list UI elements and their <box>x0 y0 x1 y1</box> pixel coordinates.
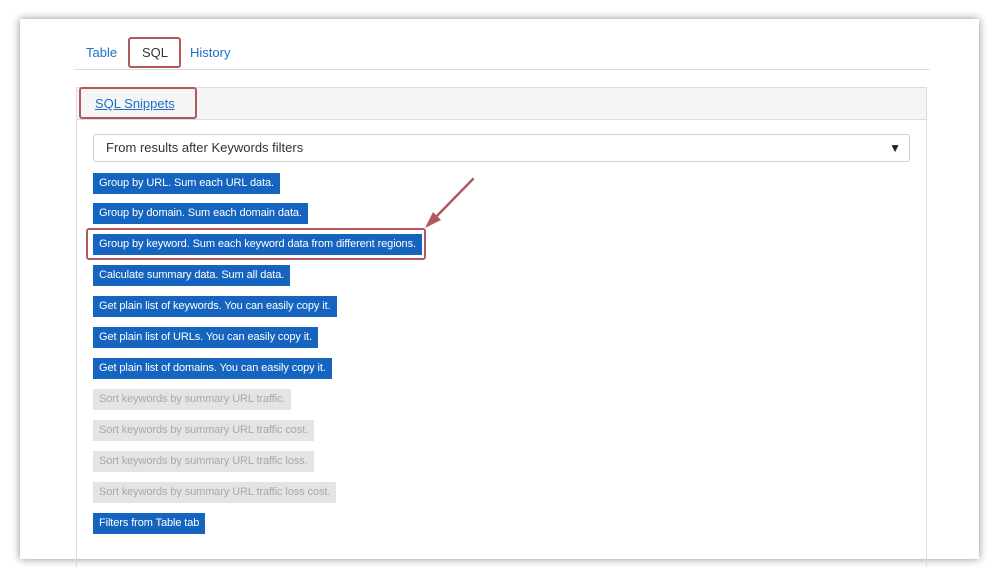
snippet-sort-traffic-button: Sort keywords by summary URL traffic. <box>93 389 292 410</box>
screenshot-frame: Table SQL History SQL Snippets From resu… <box>20 19 979 567</box>
panel-header: SQL Snippets <box>77 88 926 120</box>
group-by-keyword-highlight <box>86 228 426 260</box>
snippet-calculate-summary-button[interactable]: Calculate summary data. Sum all data. <box>93 265 291 286</box>
snippet-sort-traffic-loss-button: Sort keywords by summary URL traffic los… <box>93 451 314 472</box>
tab-history[interactable]: History <box>190 37 230 69</box>
triangle-down-icon: ▼ <box>889 141 901 155</box>
tab-table[interactable]: Table <box>86 37 117 69</box>
snippet-plain-urls-button[interactable]: Get plain list of URLs. You can easily c… <box>93 327 318 348</box>
snippet-plain-keywords-button[interactable]: Get plain list of keywords. You can easi… <box>93 296 337 317</box>
sql-snippets-panel: SQL Snippets From results after Keywords… <box>76 87 927 567</box>
snippet-sort-traffic-cost-button: Sort keywords by summary URL traffic cos… <box>93 420 315 441</box>
snippet-group-by-domain-button[interactable]: Group by domain. Sum each domain data. <box>93 203 308 224</box>
select-value: From results after Keywords filters <box>106 140 304 155</box>
tab-sql-highlight <box>128 37 181 68</box>
sql-snippets-highlight <box>79 87 197 119</box>
snippet-group-by-url-button[interactable]: Group by URL. Sum each URL data. <box>93 173 280 194</box>
tab-bar: Table SQL History <box>74 37 930 70</box>
snippet-sort-traffic-loss-cost-button: Sort keywords by summary URL traffic los… <box>93 482 337 503</box>
snippet-filters-from-table-button[interactable]: Filters from Table tab <box>93 513 206 534</box>
results-source-select[interactable]: From results after Keywords filters ▼ <box>93 134 910 162</box>
snippet-plain-domains-button[interactable]: Get plain list of domains. You can easil… <box>93 358 332 379</box>
